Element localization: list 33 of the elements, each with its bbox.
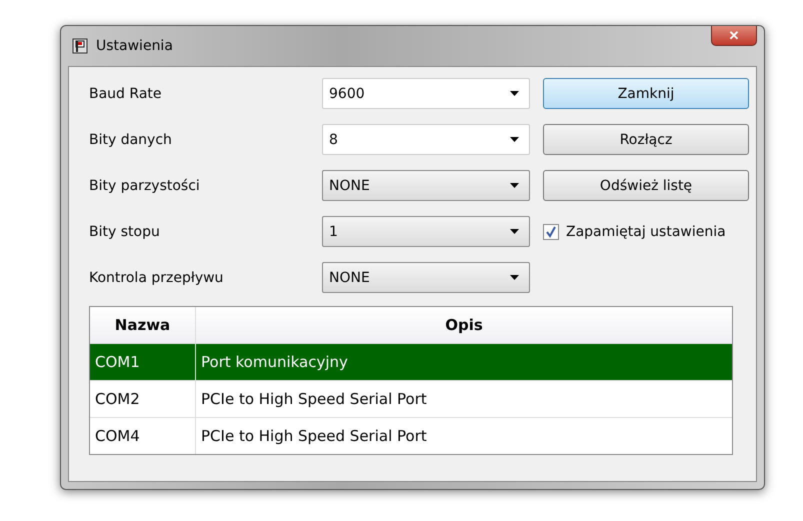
dropdown-field[interactable]: NONE (322, 170, 530, 201)
action-button[interactable]: Odśwież listę (543, 170, 749, 201)
column-header[interactable]: Nazwa (90, 307, 195, 343)
table-cell-text: COM1 (94, 352, 141, 373)
dropdown-arrow-icon (510, 91, 519, 96)
table-cell: PCIe to High Speed Serial Port (195, 381, 732, 417)
checkbox[interactable] (543, 224, 559, 240)
action-button[interactable]: Zamknij (543, 78, 749, 109)
table-cell-text: COM4 (94, 426, 141, 447)
app-icon (72, 38, 88, 54)
dropdown-field[interactable]: NONE (322, 262, 530, 293)
table-row[interactable]: COM2 PCIe to High Speed Serial Port (90, 380, 732, 417)
dropdown-arrow-icon (510, 275, 519, 280)
window-title: Ustawienia (96, 38, 173, 54)
table-row[interactable]: COM1 Port komunikacyjny (90, 343, 732, 380)
table-cell: Port komunikacyjny (195, 344, 732, 380)
dropdown-field[interactable]: 1 (322, 216, 530, 247)
table-cell-text: COM2 (94, 389, 141, 410)
dropdown-field[interactable]: 9600 (322, 78, 530, 109)
table-cell: PCIe to High Speed Serial Port (195, 418, 732, 454)
field-label: Bity danych (89, 132, 173, 148)
field-label: Kontrola przepływu (89, 270, 224, 286)
action-button[interactable]: Rozłącz (543, 124, 749, 155)
dropdown-arrow-icon (510, 183, 519, 188)
close-button[interactable]: ✕ (711, 26, 757, 46)
field-label: Bity parzystości (89, 178, 201, 194)
dropdown-arrow-icon (510, 229, 519, 234)
checkbox-label: Zapamiętaj ustawienia (566, 224, 726, 240)
table-row[interactable]: COM4 PCIe to High Speed Serial Port (90, 417, 732, 454)
field-label: Baud Rate (89, 86, 162, 102)
dropdown-field[interactable]: 8 (322, 124, 530, 155)
dropdown-arrow-icon (510, 137, 519, 142)
field-label: Bity stopu (89, 224, 161, 240)
